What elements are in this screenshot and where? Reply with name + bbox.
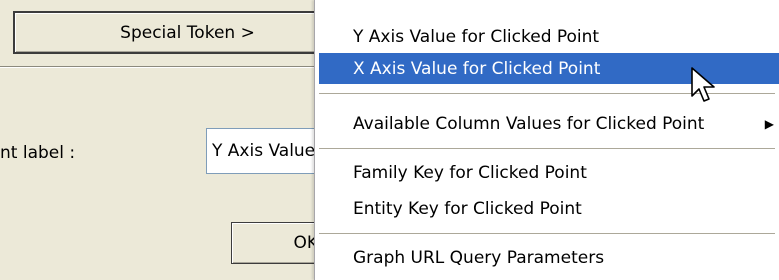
menu-item-available-column-values[interactable]: Available Column Values for Clicked Poin… xyxy=(319,108,779,139)
point-label-input[interactable]: Y Axis Value xyxy=(206,128,326,174)
menu-item-entity-key[interactable]: Entity Key for Clicked Point xyxy=(319,193,779,224)
menu-item-family-key[interactable]: Family Key for Clicked Point xyxy=(319,157,779,188)
menu-item-label: Available Column Values for Clicked Poin… xyxy=(353,113,705,134)
point-label-caption: nt label : xyxy=(0,143,76,163)
dialog-separator xyxy=(0,66,320,68)
menu-item-y-axis-value[interactable]: Y Axis Value for Clicked Point xyxy=(319,21,779,52)
menu-item-label: X Axis Value for Clicked Point xyxy=(353,58,601,79)
special-token-button-label: Special Token > xyxy=(120,22,255,43)
menu-item-label: Y Axis Value for Clicked Point xyxy=(353,26,600,47)
menu-item-graph-url-query-parameters[interactable]: Graph URL Query Parameters xyxy=(319,242,779,273)
menu-separator xyxy=(319,233,775,234)
special-token-button[interactable]: Special Token > xyxy=(13,11,354,54)
menu-item-label: Entity Key for Clicked Point xyxy=(353,198,582,219)
arrow-cursor-icon xyxy=(691,67,715,102)
special-token-menu: Y Axis Value for Clicked Point X Axis Va… xyxy=(314,0,779,280)
menu-item-label: Graph URL Query Parameters xyxy=(353,247,605,268)
menu-item-label: Family Key for Clicked Point xyxy=(353,162,587,183)
menu-separator xyxy=(319,148,775,149)
triangle-right-icon: ▶ xyxy=(764,116,774,131)
point-label-input-value: Y Axis Value xyxy=(212,141,316,161)
